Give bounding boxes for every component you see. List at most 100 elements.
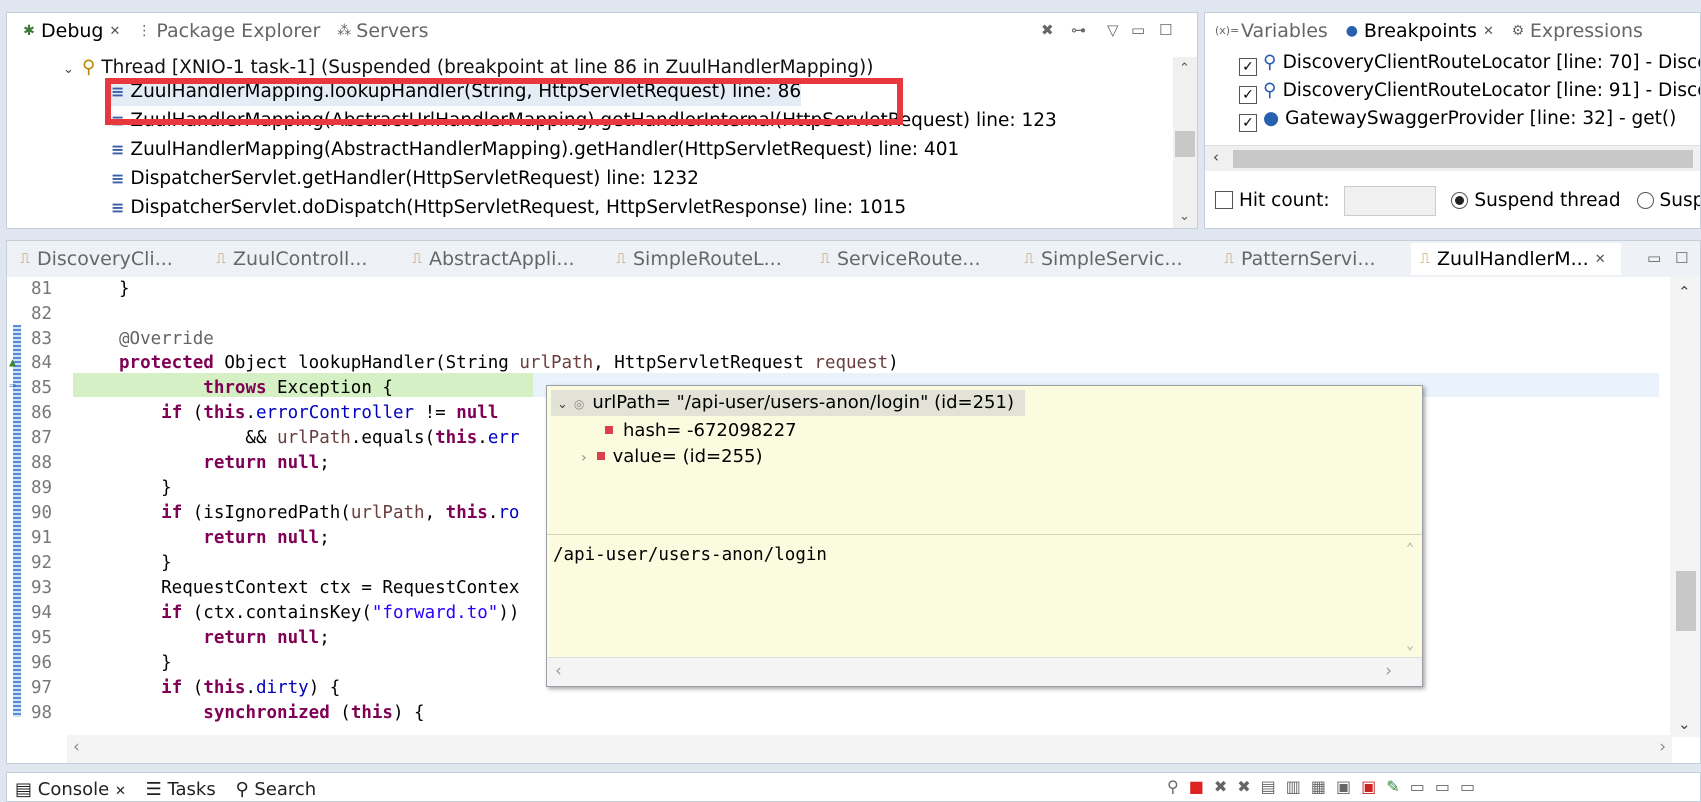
scroll-thumb[interactable] bbox=[1676, 571, 1696, 631]
popup-hscrollbar[interactable]: ‹ › bbox=[547, 657, 1422, 686]
editor-hscrollbar[interactable]: ‹ › bbox=[67, 735, 1672, 763]
variable-child[interactable]: hash= -672098227 bbox=[605, 418, 797, 444]
pin-console-icon[interactable]: ✎ bbox=[1386, 777, 1409, 796]
variable-hover-popup[interactable]: ⌄ ◎ urlPath= "/api-user/users-anon/login" … bbox=[546, 385, 1423, 687]
editor-tab-active[interactable]: ⎍ ZuulHandlerM... ✕ bbox=[1411, 243, 1621, 275]
editor-tab[interactable]: ⎍ PatternServi... bbox=[1215, 243, 1411, 275]
scroll-up-icon[interactable]: ⌃ bbox=[1678, 283, 1691, 301]
radio-icon[interactable] bbox=[1636, 192, 1654, 209]
remove-launch-icon[interactable]: ✖ bbox=[1214, 777, 1237, 796]
tab-variables[interactable]: (x)= Variables bbox=[1209, 15, 1334, 47]
scroll-down-icon[interactable]: ⌄ bbox=[1406, 638, 1414, 653]
code-line: RequestContext ctx = RequestContex bbox=[119, 578, 520, 598]
editor-tab[interactable]: ⎍ SimpleRouteL... bbox=[607, 243, 811, 275]
view-menu-icon[interactable]: ▽ bbox=[1107, 21, 1119, 39]
editor-tab[interactable]: ⎍ SimpleServic... bbox=[1015, 243, 1215, 275]
tab-tasks[interactable]: ☰ Tasks bbox=[146, 779, 216, 800]
scroll-left-icon[interactable]: ‹ bbox=[1213, 148, 1219, 166]
stack-frame[interactable]: ≡ DispatcherServlet.getHandler(HttpServle… bbox=[111, 165, 699, 193]
tab-servers[interactable]: ⁂ Servers bbox=[330, 15, 434, 47]
variable-root[interactable]: ⌄ ◎ urlPath= "/api-user/users-anon/login" … bbox=[551, 390, 1025, 416]
hit-count-label: Hit count: bbox=[1239, 190, 1330, 211]
code-line: } bbox=[119, 279, 130, 299]
editor-tab-label: AbstractAppli... bbox=[429, 248, 575, 270]
tasks-icon: ☰ bbox=[145, 779, 162, 800]
remove-terminated-icon[interactable]: ✖ bbox=[1041, 21, 1054, 39]
breakpoints-hscrollbar[interactable]: ‹ bbox=[1205, 145, 1700, 171]
scroll-left-icon[interactable]: ‹ bbox=[73, 737, 80, 757]
scroll-left-icon[interactable]: ‹ bbox=[555, 661, 562, 681]
radio-icon[interactable] bbox=[1451, 192, 1469, 209]
line-number: 81 bbox=[31, 279, 53, 299]
maximize-icon[interactable]: ☐ bbox=[1675, 249, 1688, 267]
minimize-icon[interactable]: ▭ bbox=[1131, 21, 1145, 39]
close-icon[interactable]: ✕ bbox=[1595, 252, 1606, 267]
tab-breakpoints[interactable]: ● Breakpoints ✕ bbox=[1338, 15, 1500, 47]
chevron-right-icon[interactable]: › bbox=[581, 450, 587, 466]
breakpoint-item[interactable]: ✓ ⚲ DiscoveryClientRouteLocator [line: 91]… bbox=[1239, 77, 1700, 105]
breakpoint-item[interactable]: ✓ ⚲ DiscoveryClientRouteLocator [line: 70]… bbox=[1239, 49, 1700, 77]
breakpoint-item[interactable]: ✓ ● GatewaySwaggerProvider [line: 32] - ge… bbox=[1239, 105, 1676, 133]
show-on-error-icon[interactable]: ▣ bbox=[1361, 777, 1386, 796]
scroll-up-icon[interactable]: ⌃ bbox=[1179, 61, 1190, 76]
breakpoint-checkbox[interactable]: ✓ bbox=[1239, 86, 1257, 104]
editor-tab[interactable]: ⎍ ZuulControll... bbox=[207, 243, 403, 275]
hit-count-checkbox[interactable] bbox=[1215, 191, 1233, 209]
show-on-output-icon[interactable]: ▣ bbox=[1336, 777, 1361, 796]
terminate-icon[interactable]: ■ bbox=[1189, 777, 1214, 796]
close-icon[interactable]: ✕ bbox=[109, 24, 120, 39]
pin-icon[interactable]: ⚲ bbox=[1167, 777, 1189, 796]
tab-debug[interactable]: ✱ Debug ✕ bbox=[15, 15, 126, 47]
scroll-right-icon[interactable]: › bbox=[1659, 737, 1666, 757]
thread-node[interactable]: ⌄ ⚲ Thread [XNIO-1 task-1] (Suspended (br… bbox=[63, 57, 873, 78]
editor-tab-label: PatternServi... bbox=[1241, 248, 1376, 270]
close-icon[interactable]: ✕ bbox=[115, 784, 126, 799]
suspend-vm-option[interactable]: Suspe bbox=[1636, 190, 1700, 211]
breakpoint-checkbox[interactable]: ✓ bbox=[1239, 114, 1257, 132]
suspend-thread-option[interactable]: Suspend thread bbox=[1451, 190, 1621, 211]
line-number: 94 bbox=[31, 603, 53, 623]
editor-tab[interactable]: ⎍ ServiceRoute... bbox=[811, 243, 1015, 275]
open-console-icon[interactable]: ▭ bbox=[1435, 777, 1460, 796]
minimize-icon[interactable]: ▭ bbox=[1460, 777, 1485, 796]
tab-console[interactable]: ▤ Console ✕ bbox=[15, 779, 126, 800]
hit-count-input[interactable] bbox=[1343, 186, 1436, 216]
java-file-icon: ⎍ bbox=[1024, 251, 1034, 267]
editor-tab[interactable]: ⎍ DiscoveryCli... bbox=[11, 243, 207, 275]
stack-frame[interactable]: ≡ ZuulHandlerMapping(AbstractHandlerMappi… bbox=[111, 136, 959, 164]
scroll-lock-icon[interactable]: ▥ bbox=[1286, 777, 1311, 796]
tab-expressions[interactable]: ⚙ Expressions bbox=[1504, 15, 1649, 47]
remove-all-icon[interactable]: ✖ bbox=[1237, 777, 1260, 796]
scroll-right-icon[interactable]: › bbox=[1385, 661, 1392, 681]
collapse-icon[interactable]: ⊶ bbox=[1071, 21, 1086, 39]
scroll-thumb[interactable] bbox=[1233, 150, 1693, 168]
breakpoint-checkbox[interactable]: ✓ bbox=[1239, 58, 1257, 76]
scroll-down-icon[interactable]: ⌄ bbox=[1678, 715, 1691, 733]
search-icon: ⚲ bbox=[235, 779, 249, 800]
close-icon[interactable]: ✕ bbox=[1483, 24, 1494, 39]
chevron-down-icon[interactable]: ⌄ bbox=[557, 397, 568, 412]
current-instruction-icon: ▲ bbox=[9, 355, 17, 369]
highlight-box bbox=[105, 78, 903, 125]
minimize-icon[interactable]: ▭ bbox=[1647, 249, 1661, 267]
scroll-down-icon[interactable]: ⌄ bbox=[1179, 209, 1190, 224]
editor-tab[interactable]: ⎍ AbstractAppli... bbox=[403, 243, 607, 275]
tab-search[interactable]: ⚲ Search bbox=[235, 779, 316, 800]
scroll-up-icon[interactable]: ⌃ bbox=[1406, 541, 1414, 556]
debug-scrollbar[interactable]: ⌃ ⌄ bbox=[1173, 57, 1197, 228]
variable-child[interactable]: › value= (id=255) bbox=[581, 444, 763, 470]
variable-detail-pane[interactable]: /api-user/users-anon/login ⌃ ⌄ bbox=[547, 534, 1422, 659]
word-wrap-icon[interactable]: ▦ bbox=[1311, 777, 1336, 796]
code-line: return null; bbox=[203, 528, 330, 548]
scroll-thumb[interactable] bbox=[1175, 131, 1195, 157]
variable-child-label: hash= -672098227 bbox=[623, 420, 797, 441]
tab-package-explorer[interactable]: ⋮ Package Explorer bbox=[130, 15, 326, 47]
display-console-icon[interactable]: ▭ bbox=[1410, 777, 1435, 796]
line-number: 91 bbox=[31, 528, 53, 548]
clear-console-icon[interactable]: ▤ bbox=[1261, 777, 1286, 796]
code-line: throws Exception { bbox=[203, 378, 393, 398]
chevron-down-icon[interactable]: ⌄ bbox=[63, 62, 74, 77]
editor-vscrollbar[interactable]: ⌃ ⌄ bbox=[1670, 277, 1700, 737]
stack-frame[interactable]: ≡ DispatcherServlet.doDispatch(HttpServle… bbox=[111, 194, 906, 222]
maximize-icon[interactable]: ☐ bbox=[1159, 21, 1172, 39]
